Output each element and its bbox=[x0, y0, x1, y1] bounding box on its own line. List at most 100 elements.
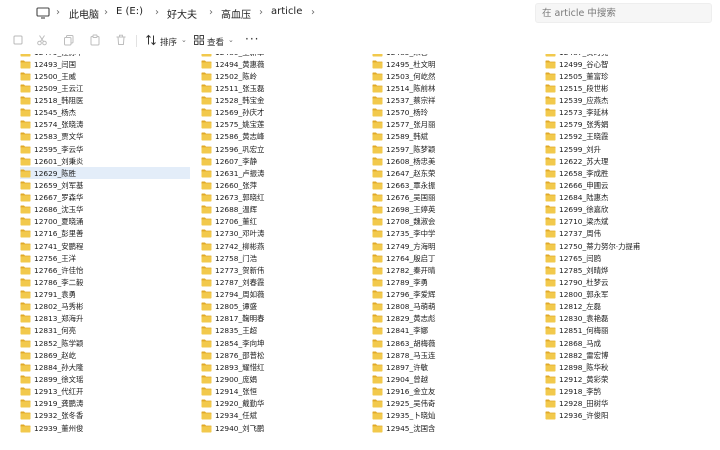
folder-item[interactable]: 12802_马秀彬 bbox=[20, 301, 190, 313]
breadcrumb-this-pc[interactable]: 此电脑 bbox=[69, 6, 99, 21]
folder-item[interactable]: 12579_张秀娟 bbox=[545, 119, 720, 131]
folder-item[interactable]: 12700_夏晓涌 bbox=[20, 216, 190, 228]
folder-item[interactable]: 12800_郭永军 bbox=[545, 289, 720, 301]
folder-item[interactable]: 12499_谷心智 bbox=[545, 58, 720, 70]
folder-item[interactable]: 12495_杜文明 bbox=[372, 58, 542, 70]
folder-item[interactable]: 12666_申圃云 bbox=[545, 179, 720, 191]
folder-item[interactable]: 12735_李中学 bbox=[372, 228, 542, 240]
folder-item[interactable]: 12660_张萍 bbox=[201, 179, 369, 191]
folder-item[interactable]: 12835_王超 bbox=[201, 325, 369, 337]
folder-item[interactable]: 12511_张玉磊 bbox=[201, 82, 369, 94]
folder-item[interactable]: 12841_李娜 bbox=[372, 325, 542, 337]
chevron-right-icon[interactable]: › bbox=[209, 7, 213, 18]
folder-item[interactable]: 12899_徐文瑶 bbox=[20, 374, 190, 386]
folder-item[interactable]: 12573_李延林 bbox=[545, 107, 720, 119]
folder-item[interactable]: 12913_代红开 bbox=[20, 386, 190, 398]
folder-item[interactable]: 12597_陈梦颖 bbox=[372, 143, 542, 155]
folder-item[interactable]: 12592_王晓霞 bbox=[545, 131, 720, 143]
folder-item[interactable]: 12741_安鹏程 bbox=[20, 240, 190, 252]
folder-item[interactable]: 12863_胡梅薇 bbox=[372, 337, 542, 349]
folder-item[interactable]: 12595_李云华 bbox=[20, 143, 190, 155]
folder-item[interactable]: 12737_周伟 bbox=[545, 228, 720, 240]
folder-item[interactable]: 12934_任斌 bbox=[201, 410, 369, 422]
folder-item[interactable]: 12514_陈前林 bbox=[372, 82, 542, 94]
folder-item[interactable]: 12805_谭盛 bbox=[201, 301, 369, 313]
folder-item[interactable]: 12796_李爱辉 bbox=[372, 289, 542, 301]
folder-item[interactable]: 12622_苏大理 bbox=[545, 155, 720, 167]
folder-item[interactable]: 12569_孙庆才 bbox=[201, 107, 369, 119]
folder-item[interactable]: 12518_韩阻医 bbox=[20, 95, 190, 107]
folder-item[interactable]: 12790_杜梦云 bbox=[545, 276, 720, 288]
folder-item[interactable]: 12493_闫国 bbox=[20, 58, 190, 70]
folder-item[interactable]: 12658_李成胜 bbox=[545, 167, 720, 179]
folder-item[interactable]: 12884_孙大隆 bbox=[20, 361, 190, 373]
folder-item[interactable]: 12756_王洋 bbox=[20, 252, 190, 264]
folder-item[interactable]: 12676_吴国丽 bbox=[372, 192, 542, 204]
folder-item[interactable]: 12528_韩宝金 bbox=[201, 95, 369, 107]
folder-item[interactable]: 12601_刘秉炎 bbox=[20, 155, 190, 167]
folder-item[interactable]: 12787_刘春霞 bbox=[201, 276, 369, 288]
folder-item[interactable]: 12688_温辉 bbox=[201, 204, 369, 216]
folder-item[interactable]: 12686_沈玉华 bbox=[20, 204, 190, 216]
folder-item[interactable]: 12939_董州俊 bbox=[20, 422, 190, 434]
folder-item[interactable]: 12502_陈岭 bbox=[201, 70, 369, 82]
folder-item[interactable]: 12716_彭里善 bbox=[20, 228, 190, 240]
folder-item[interactable]: 12928_田树华 bbox=[545, 398, 720, 410]
folder-item[interactable]: 12509_王云江 bbox=[20, 82, 190, 94]
monitor-icon[interactable] bbox=[36, 7, 50, 19]
more-options-button[interactable]: ··· bbox=[245, 32, 259, 46]
folder-item[interactable]: 12791_袁勇 bbox=[20, 289, 190, 301]
folder-item[interactable]: 12789_李勇 bbox=[372, 276, 542, 288]
folder-item[interactable]: 12878_马玉连 bbox=[372, 349, 542, 361]
folder-item[interactable]: 12570_杨玲 bbox=[372, 107, 542, 119]
folder-item[interactable]: 12631_卢振涛 bbox=[201, 167, 369, 179]
folder-item[interactable]: 12577_张月丽 bbox=[372, 119, 542, 131]
chevron-right-icon[interactable]: › bbox=[155, 7, 159, 18]
folder-item[interactable]: 12935_卜晓灿 bbox=[372, 410, 542, 422]
folder-item[interactable]: 12868_马成 bbox=[545, 337, 720, 349]
breadcrumb-drive-e[interactable]: E (E:) bbox=[116, 6, 143, 17]
folder-item[interactable]: 12854_李向坤 bbox=[201, 337, 369, 349]
folder-item[interactable]: 12851_何梅丽 bbox=[545, 325, 720, 337]
folder-item[interactable]: 12575_姚宝莲 bbox=[201, 119, 369, 131]
folder-item[interactable]: 12608_杨忠美 bbox=[372, 155, 542, 167]
folder-item[interactable]: 12829_黄志彪 bbox=[372, 313, 542, 325]
folder-item[interactable]: 12494_黄惠薇 bbox=[201, 58, 369, 70]
chevron-right-icon[interactable]: › bbox=[56, 7, 60, 18]
folder-item[interactable]: 12817_鞠明春 bbox=[201, 313, 369, 325]
folder-item[interactable]: 12589_韩斌 bbox=[372, 131, 542, 143]
folder-item[interactable]: 12765_闫鸥 bbox=[545, 252, 720, 264]
folder-item[interactable]: 12698_王婷英 bbox=[372, 204, 542, 216]
folder-item[interactable]: 12897_许敏 bbox=[372, 361, 542, 373]
folder-item[interactable]: 12782_秦开晴 bbox=[372, 264, 542, 276]
folder-item[interactable]: 12629_陈胜 bbox=[20, 167, 190, 180]
folder-item[interactable]: 12785_刘晴烨 bbox=[545, 264, 720, 276]
folder-item[interactable]: 12667_罗森华 bbox=[20, 192, 190, 204]
folder-item[interactable]: 12500_王威 bbox=[20, 70, 190, 82]
folder-item[interactable]: 12940_刘飞鹏 bbox=[201, 422, 369, 434]
folder-item[interactable]: 12596_巩宏立 bbox=[201, 143, 369, 155]
chevron-right-icon[interactable]: › bbox=[104, 7, 108, 18]
folder-item[interactable]: 12773_贺新伟 bbox=[201, 264, 369, 276]
folder-item[interactable]: 12684_陆惠杰 bbox=[545, 192, 720, 204]
folder-item[interactable]: 12925_吴伟奇 bbox=[372, 398, 542, 410]
folder-item[interactable]: 12830_袁艳磊 bbox=[545, 313, 720, 325]
folder-item[interactable]: 12545_杨杰 bbox=[20, 107, 190, 119]
new-item-icon[interactable] bbox=[12, 34, 24, 46]
folder-item[interactable]: 12706_董红 bbox=[201, 216, 369, 228]
folder-item[interactable]: 12663_覃永振 bbox=[372, 179, 542, 191]
chevron-right-icon[interactable]: › bbox=[259, 7, 263, 18]
folder-item[interactable]: 12813_郑海升 bbox=[20, 313, 190, 325]
folder-item[interactable]: 12583_贾文华 bbox=[20, 131, 190, 143]
folder-item[interactable]: 12742_柳彬燕 bbox=[201, 240, 369, 252]
folder-item[interactable]: 12730_邓叶涛 bbox=[201, 228, 369, 240]
folder-item[interactable]: 12808_马萌萌 bbox=[372, 301, 542, 313]
folder-item[interactable]: 12893_耀惜红 bbox=[201, 361, 369, 373]
folder-item[interactable]: 12659_刘军基 bbox=[20, 179, 190, 191]
folder-item[interactable]: 12708_魏淑会 bbox=[372, 216, 542, 228]
cut-icon[interactable] bbox=[36, 34, 48, 46]
folder-item[interactable]: 12699_徐嘉欣 bbox=[545, 204, 720, 216]
breadcrumb-hypertension[interactable]: 高血压 bbox=[221, 6, 251, 21]
folder-item[interactable]: 12505_董富珍 bbox=[545, 70, 720, 82]
folder-item[interactable]: 12900_庞娟 bbox=[201, 374, 369, 386]
